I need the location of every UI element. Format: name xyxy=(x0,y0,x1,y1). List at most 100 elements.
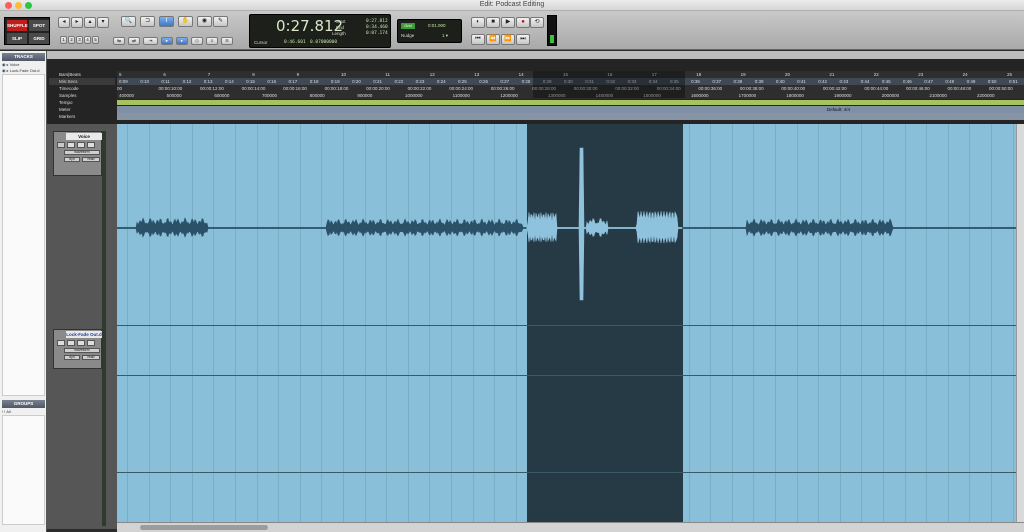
mode-shuffle[interactable]: SHUFFLE xyxy=(7,20,28,31)
track-dyn-selector[interactable]: dyn xyxy=(64,157,80,162)
automation-follows-icon[interactable]: ◇ xyxy=(191,37,203,45)
trim-tool-icon[interactable]: ⊐ xyxy=(140,16,155,27)
mode-spot[interactable]: SPOT xyxy=(29,20,49,31)
back-icon[interactable]: ⏪ xyxy=(486,34,500,45)
group-item[interactable]: ! ! All xyxy=(2,409,45,414)
forward-icon[interactable]: ⏩ xyxy=(501,34,515,45)
ruler-tick: 18 xyxy=(696,72,702,77)
ruler-label-markers[interactable]: Markers xyxy=(49,113,115,120)
automation-mode-selector[interactable]: read xyxy=(82,157,100,162)
track-header-voice[interactable]: Voice waveform dyn read xyxy=(53,131,102,176)
online-icon[interactable]: ◐ xyxy=(471,17,485,28)
zoom-preset-2[interactable]: 2 xyxy=(68,36,75,44)
zoom-vertical-button[interactable]: ▴ xyxy=(84,17,96,28)
mode-slip[interactable]: SLIP xyxy=(7,33,27,44)
keyboard-focus-icon[interactable]: ≡ xyxy=(206,37,218,45)
zoom-preset-1[interactable]: 1 xyxy=(60,36,67,44)
meter-level xyxy=(550,35,554,43)
zoom-preset-3[interactable]: 3 xyxy=(76,36,83,44)
zoom-in-button[interactable]: ▸ xyxy=(71,17,83,28)
zoom-preset-5[interactable]: 5 xyxy=(92,36,99,44)
record-enable-icon[interactable] xyxy=(57,142,65,148)
track-view-selector[interactable]: waveform xyxy=(64,150,100,155)
end-icon[interactable]: ⏭ xyxy=(516,34,530,45)
rewind-icon[interactable]: ⏮ xyxy=(471,34,485,45)
loop-icon[interactable]: ⟲ xyxy=(530,17,544,28)
start-label: Start xyxy=(336,19,346,24)
ruler-tick: 0:40 xyxy=(775,79,785,84)
ruler-label-minsecs[interactable]: Min:Secs xyxy=(49,78,115,85)
zoom-preset-4[interactable]: 4 xyxy=(84,36,91,44)
scroll-thumb[interactable] xyxy=(140,525,268,530)
scrubber-tool-icon[interactable]: ◉ xyxy=(197,16,212,27)
end-value[interactable]: 0:34.460 xyxy=(366,25,388,30)
ruler-label-bars[interactable]: Bars|Beats xyxy=(49,71,115,78)
ruler-label-meter[interactable]: Meter xyxy=(49,106,115,113)
selector-tool-icon[interactable]: I xyxy=(159,16,174,27)
ruler-label-tempo[interactable]: Tempo xyxy=(49,99,115,106)
pencil-tool-icon[interactable]: ✎ xyxy=(213,16,228,27)
ruler-tick: 9 xyxy=(296,72,300,77)
zoomer-tool-icon[interactable]: 🔍 xyxy=(121,16,136,27)
ruler-tick: 0:49 xyxy=(966,79,976,84)
mirror-midi-icon[interactable]: ▸ xyxy=(176,37,188,45)
mode-grid[interactable]: GRID xyxy=(29,33,49,44)
mute-button[interactable] xyxy=(87,142,95,148)
ruler-tick: 8 xyxy=(252,72,255,77)
audio-waveform[interactable] xyxy=(117,124,1020,522)
smart-tool-icon[interactable]: ≋ xyxy=(221,37,233,45)
tab-to-transient-icon[interactable]: ⇥ xyxy=(143,37,158,45)
solo-button[interactable] xyxy=(77,142,85,148)
track-dyn-selector[interactable]: dyn xyxy=(64,355,80,360)
track-list-item[interactable]: ◉ ▸ Lock-Fade Out.d xyxy=(2,68,45,73)
grid-toggle[interactable]: Grid xyxy=(401,23,415,29)
ruler-tick: 600000 xyxy=(214,93,230,98)
meter-ruler[interactable]: Default: 4/4 xyxy=(117,106,1024,113)
vertical-scrollbar[interactable] xyxy=(1016,124,1024,522)
ruler-label-timecode[interactable]: Timecode xyxy=(49,85,115,92)
grabber-tool-icon[interactable]: ✋ xyxy=(178,16,193,27)
nudge-value[interactable]: 1 ▾ xyxy=(442,33,448,39)
ruler-tick: 400000 xyxy=(119,93,135,98)
horizontal-scrollbar[interactable] xyxy=(117,522,1024,532)
ruler-label-samples[interactable]: Samples xyxy=(49,92,115,99)
ruler-tick: 1000000 xyxy=(405,93,423,98)
track-name[interactable]: Lock-Fade Out.d xyxy=(66,331,102,338)
nudge-label[interactable]: Nudge xyxy=(401,33,414,38)
stop-icon[interactable]: ■ xyxy=(486,17,500,28)
link-timeline-icon[interactable]: ⇆ xyxy=(113,37,125,45)
link-track-icon[interactable]: ⇄ xyxy=(128,37,140,45)
mute-button[interactable] xyxy=(87,340,95,346)
meter-marker[interactable]: Default: 4/4 xyxy=(827,106,850,113)
record-icon[interactable]: ● xyxy=(516,17,530,28)
edit-window-tracks[interactable] xyxy=(117,124,1020,522)
input-monitor-icon[interactable] xyxy=(67,340,75,346)
ruler-tick: 25 xyxy=(1007,72,1013,77)
ruler-tick: 0:48 xyxy=(945,79,955,84)
input-monitor-icon[interactable] xyxy=(67,142,75,148)
length-value[interactable]: 0:07.174 xyxy=(366,31,388,36)
zoom-out-button[interactable]: ◂ xyxy=(58,17,70,28)
edit-modes: SHUFFLE SPOT SLIP GRID xyxy=(4,17,50,45)
play-icon[interactable]: ▶ xyxy=(501,17,515,28)
tempo-ruler[interactable] xyxy=(117,100,1024,105)
ruler-tick: 0:47 xyxy=(924,79,933,84)
ruler-tick: 0:50 xyxy=(987,79,997,84)
track-name[interactable]: Voice xyxy=(66,133,102,140)
timeline-rulers: Bars|Beats Min:Secs Timecode Samples Tem… xyxy=(47,51,1024,124)
zoom-waveform-button[interactable]: ▾ xyxy=(97,17,109,28)
grid-value[interactable]: 0:01.000 xyxy=(428,23,446,28)
track-header-lock-fade[interactable]: Lock-Fade Out.d waveform dyn read xyxy=(53,329,102,369)
ruler-tick: 0:38 xyxy=(733,79,743,84)
automation-mode-selector[interactable]: read xyxy=(82,355,100,360)
track-list-panel: TRACKS ◉ ▸ Voice ◉ ▸ Lock-Fade Out.d GRO… xyxy=(0,51,47,532)
solo-button[interactable] xyxy=(77,340,85,346)
markers-ruler[interactable] xyxy=(117,113,1024,120)
tracks-header[interactable]: TRACKS xyxy=(2,53,45,61)
insertion-follows-icon[interactable]: ▸ xyxy=(161,37,173,45)
track-view-selector[interactable]: waveform xyxy=(64,348,100,353)
start-value[interactable]: 0:27.812 xyxy=(366,19,388,24)
track-list-item[interactable]: ◉ ▸ Voice xyxy=(2,62,45,67)
groups-header[interactable]: GROUPS xyxy=(2,400,45,408)
record-enable-icon[interactable] xyxy=(57,340,65,346)
